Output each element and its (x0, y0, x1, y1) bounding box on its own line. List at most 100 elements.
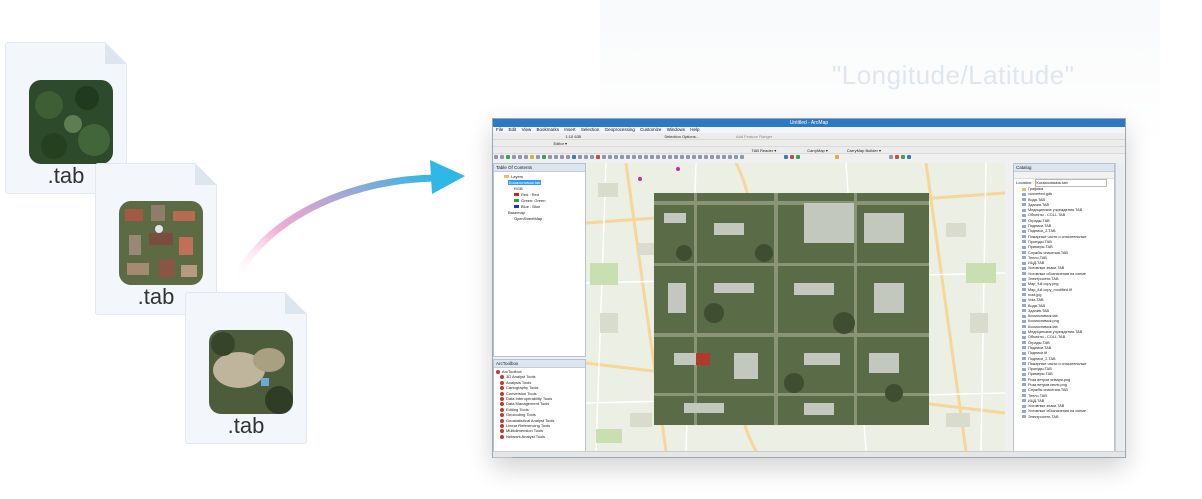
menu-selection[interactable]: Selection (581, 127, 600, 132)
catalog-item-label: Условные обозначения на схеме (1028, 271, 1086, 276)
feature-ranger-button[interactable]: Add Feature Ranger (736, 134, 772, 139)
background-caption: "Longitude/Latitude" (832, 60, 1075, 90)
tool-icon[interactable] (506, 155, 510, 159)
tool-icon[interactable] (524, 155, 528, 159)
tool-icon[interactable] (662, 155, 666, 159)
tool-icon[interactable] (698, 155, 702, 159)
tool-icon[interactable] (614, 155, 618, 159)
file-icon (1022, 314, 1026, 318)
menu-customize[interactable]: Customize (640, 127, 661, 132)
tool-icon[interactable] (734, 155, 738, 159)
tab-reader-menu[interactable]: TAB Reader ▾ (751, 148, 776, 153)
tool-icon[interactable] (602, 155, 606, 159)
tool-icon[interactable] (704, 155, 708, 159)
tool-icon[interactable] (590, 155, 594, 159)
scale-field[interactable]: 1:10 635 (565, 134, 581, 139)
editor-menu[interactable]: Editor ▾ (553, 141, 567, 146)
map-view[interactable] (586, 163, 1005, 451)
tool-icon[interactable] (650, 155, 654, 159)
tool-icon[interactable] (740, 155, 744, 159)
tool-icon[interactable] (894, 155, 899, 159)
tool-icon[interactable] (668, 155, 672, 159)
tool-icon[interactable] (716, 155, 720, 159)
tool-icon[interactable] (536, 155, 540, 159)
blue-swatch (514, 205, 519, 209)
catalog-location[interactable]: Location: Космоснимок.tab (1014, 179, 1114, 187)
file-icon (1022, 224, 1026, 228)
tool-icon[interactable] (572, 155, 576, 159)
tool-icon[interactable] (680, 155, 684, 159)
tool-icon[interactable] (518, 155, 522, 159)
side-tabs[interactable] (1115, 163, 1124, 451)
selection-options-button[interactable]: Selection Options... (664, 134, 699, 139)
tool-icon[interactable] (596, 155, 600, 159)
menu-windows[interactable]: Windows (667, 127, 685, 132)
file-icon (1022, 346, 1026, 350)
toolbox-tree: ArcToolbox 3D Analyst Tools Analysis Too… (494, 368, 585, 440)
tool-icon[interactable] (686, 155, 690, 159)
tool-icon[interactable] (722, 155, 726, 159)
tool-icon[interactable] (783, 155, 788, 159)
tool-icon[interactable] (906, 155, 911, 159)
tool-icon[interactable] (530, 155, 534, 159)
location-field[interactable]: Космоснимок.tab (1035, 179, 1108, 187)
tool-icon[interactable] (728, 155, 732, 159)
menu-file[interactable]: File (496, 127, 503, 132)
tool-icon[interactable] (900, 155, 905, 159)
catalog-item-label: Тепло.TAB (1028, 255, 1047, 260)
tool-icon[interactable] (644, 155, 648, 159)
tool-icon[interactable] (560, 155, 564, 159)
file-icon (1022, 240, 1026, 244)
tool-icon[interactable] (620, 155, 624, 159)
menu-help[interactable]: Help (690, 127, 699, 132)
menu-view[interactable]: View (522, 127, 532, 132)
file-icon (1022, 282, 1026, 286)
tab-file-3[interactable]: .tab (185, 292, 307, 444)
red-swatch (514, 193, 519, 197)
file-icon (1022, 229, 1026, 233)
catalog-toolbar (1014, 172, 1114, 179)
menu-bookmarks[interactable]: Bookmarks (537, 127, 560, 132)
arctoolbox-panel: ArcToolbox ArcToolbox 3D Analyst Tools A… (493, 359, 586, 453)
carrymap-builder-menu[interactable]: CarryMap Builder ▾ (847, 148, 881, 153)
tool-icon[interactable] (638, 155, 642, 159)
carrymap-menu[interactable]: CarryMap ▾ (807, 148, 828, 153)
catalog-item-label: Подписи_2.TAB (1028, 356, 1056, 361)
tool-icon[interactable] (554, 155, 558, 159)
tool-icon[interactable] (494, 155, 498, 159)
tool-icon[interactable] (500, 155, 504, 159)
tool-icon[interactable] (548, 155, 552, 159)
tool-icon[interactable] (626, 155, 630, 159)
catalog-item-label: Подписи.tif (1028, 351, 1048, 356)
toc-item[interactable]: OpenStreetMap (496, 216, 583, 222)
menu-edit[interactable]: Edit (509, 127, 517, 132)
satellite-raster-layer (654, 193, 929, 425)
tool-icon[interactable] (789, 155, 794, 159)
catalog-item-label: Подписи.TAB (1028, 345, 1052, 350)
tool-icon[interactable] (578, 155, 582, 159)
menu-geoprocessing[interactable]: Geoprocessing (605, 127, 635, 132)
toolbox-icon (500, 402, 504, 407)
file-icon (1022, 394, 1026, 398)
catalog-item-label: Космоснимок.png (1028, 319, 1059, 324)
catalog-item-label: Подписи_2.TAB (1028, 229, 1056, 234)
tool-icon[interactable] (710, 155, 714, 159)
menu-insert[interactable]: Insert (564, 127, 575, 132)
tool-icon[interactable] (692, 155, 696, 159)
tool-icon[interactable] (888, 155, 893, 159)
catalog-item[interactable]: Электросети.TAB (1022, 415, 1114, 420)
tool-icon[interactable] (542, 155, 546, 159)
tool-icon[interactable] (632, 155, 636, 159)
tool-icon[interactable] (674, 155, 678, 159)
tool-icon[interactable] (584, 155, 588, 159)
file-icon (1022, 277, 1026, 281)
tool-icon[interactable] (512, 155, 516, 159)
tool-icon[interactable] (835, 155, 840, 159)
tool-icon[interactable] (608, 155, 612, 159)
catalog-title: Catalog (1014, 164, 1114, 172)
tool-icon[interactable] (566, 155, 570, 159)
toolbox-item[interactable]: Network Analyst Tools (496, 434, 583, 439)
tool-icon[interactable] (795, 155, 800, 159)
tool-icon[interactable] (656, 155, 660, 159)
catalog-item-label: Космоснимок.tab (1028, 324, 1058, 329)
